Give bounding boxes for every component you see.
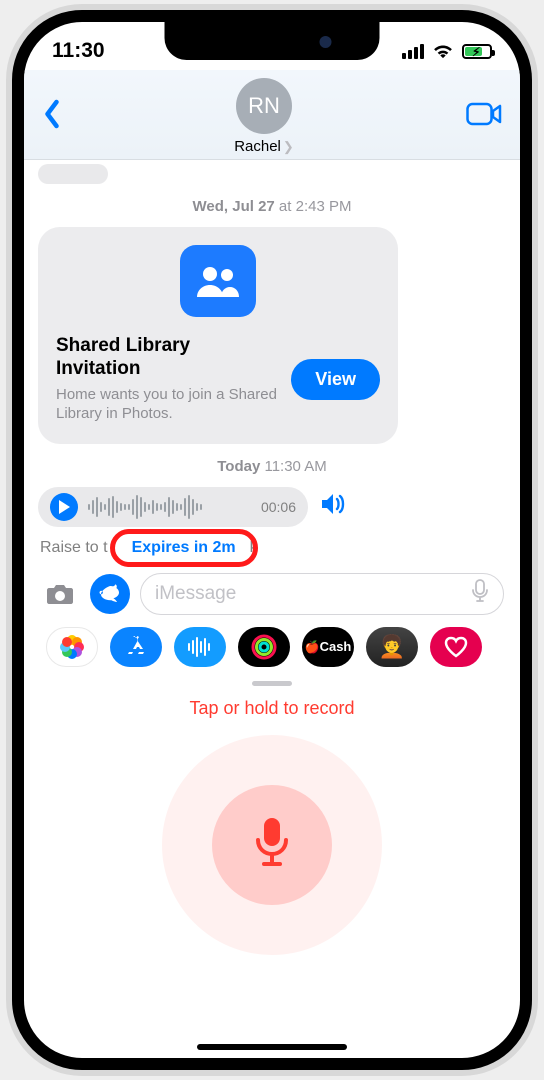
- device-notch: [165, 22, 380, 60]
- play-audio-button[interactable]: [50, 493, 78, 521]
- camera-button[interactable]: [40, 574, 80, 614]
- contact-avatar[interactable]: RN: [236, 78, 292, 134]
- microphone-icon: [252, 816, 292, 873]
- facetime-button[interactable]: [466, 101, 502, 132]
- record-button[interactable]: [162, 735, 382, 955]
- cellular-icon: [402, 44, 424, 59]
- wifi-icon: [432, 43, 454, 59]
- back-button[interactable]: [42, 99, 62, 134]
- app-apple-cash[interactable]: 🍎Cash: [302, 627, 354, 667]
- message-input[interactable]: iMessage: [140, 573, 504, 615]
- audio-duration: 00:06: [261, 499, 296, 515]
- app-memoji[interactable]: 🧑‍🦱: [366, 627, 418, 667]
- timestamp-1: Wed, Jul 27 at 2:43 PM: [38, 198, 506, 215]
- card-subtitle: Home wants you to join a Shared Library …: [56, 385, 279, 424]
- conversation-header: RN Rachel ❯: [24, 70, 520, 160]
- app-photos[interactable]: [46, 627, 98, 667]
- card-title: Shared Library Invitation: [56, 335, 279, 381]
- raise-to-talk-hint-left: Raise to t: [40, 539, 108, 557]
- battery-icon: ⚡︎: [462, 44, 492, 59]
- shared-library-invitation-card: Shared Library Invitation Home wants you…: [38, 227, 398, 444]
- app-audio-messages[interactable]: [174, 627, 226, 667]
- dictation-icon[interactable]: [471, 579, 489, 609]
- timestamp-2: Today 11:30 AM: [38, 458, 506, 475]
- chevron-right-icon: ❯: [283, 139, 294, 155]
- record-instruction: Tap or hold to record: [38, 698, 506, 719]
- voice-record-panel: Tap or hold to record: [38, 694, 506, 955]
- drawer-grabber[interactable]: [252, 681, 292, 686]
- clock: 11:30: [52, 39, 105, 63]
- audio-message-bubble[interactable]: 00:06: [38, 487, 308, 527]
- view-invitation-button[interactable]: View: [291, 359, 380, 400]
- imessage-apps-button[interactable]: [90, 574, 130, 614]
- home-indicator[interactable]: [197, 1044, 347, 1050]
- expires-indicator[interactable]: Expires in 2m: [118, 535, 250, 561]
- contact-name-text: Rachel: [234, 138, 281, 155]
- contact-name-button[interactable]: Rachel ❯: [234, 138, 294, 155]
- audio-waveform-icon: [88, 494, 251, 520]
- app-store[interactable]: [110, 627, 162, 667]
- app-digital-touch[interactable]: [430, 627, 482, 667]
- app-fitness[interactable]: [238, 627, 290, 667]
- messages-scroll[interactable]: Wed, Jul 27 at 2:43 PM Shared Library In…: [24, 160, 520, 1018]
- raise-to-talk-hint-right: k: [250, 539, 258, 557]
- speaker-toggle-button[interactable]: [320, 492, 348, 521]
- shared-library-icon: [180, 245, 256, 317]
- previous-message-bubble: [38, 164, 108, 184]
- message-placeholder: iMessage: [155, 583, 236, 605]
- imessage-app-drawer[interactable]: 🍎Cash 🧑‍🦱: [38, 625, 506, 677]
